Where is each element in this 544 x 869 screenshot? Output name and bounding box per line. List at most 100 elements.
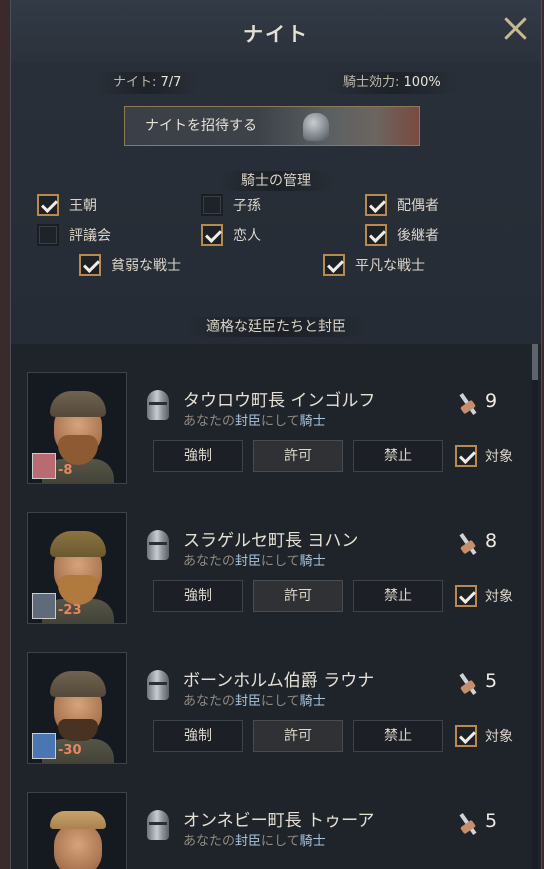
scrollbar-thumb[interactable] <box>532 344 538 380</box>
window-header: ナイト <box>11 0 541 62</box>
management-section-title: 騎士の管理 <box>11 170 541 191</box>
filter-council-label: 評議会 <box>69 228 111 244</box>
force-button[interactable]: 強制 <box>153 580 243 612</box>
knight-effectiveness: 騎士効力: 100% <box>325 72 459 94</box>
portrait-hat <box>50 531 106 557</box>
candidate-row: -8 タウロウ町長 インゴルフ あなたの封臣にして騎士 9 強制 許可 禁止 対… <box>27 372 527 484</box>
forbid-button[interactable]: 禁止 <box>353 580 443 612</box>
character-portrait[interactable]: -8 <box>27 372 127 484</box>
filter-heir-label: 後継者 <box>397 228 439 244</box>
checkbox-weak-warrior[interactable] <box>79 254 101 276</box>
prowess: 9 <box>457 390 517 420</box>
forbid-button[interactable]: 禁止 <box>353 440 443 472</box>
target-label: 対象 <box>485 729 513 745</box>
allow-button[interactable]: 許可 <box>253 580 343 612</box>
allow-button[interactable]: 許可 <box>253 720 343 752</box>
opinion-value: -8 <box>58 463 73 478</box>
prowess: 5 <box>457 810 517 840</box>
relation-prefix: あなたの <box>183 834 236 849</box>
relation-prefix: あなたの <box>183 694 236 709</box>
filter-spouse-label: 配偶者 <box>397 198 439 214</box>
checkbox-spouse[interactable] <box>365 194 387 216</box>
character-relation: あなたの封臣にして騎士 <box>183 550 326 569</box>
target-toggle[interactable]: 対象 <box>455 724 513 748</box>
close-icon[interactable] <box>501 14 529 42</box>
list-scrollbar[interactable] <box>532 344 538 869</box>
filter-average-warrior-label: 平凡な戦士 <box>355 258 425 274</box>
character-portrait[interactable]: -23 <box>27 512 127 624</box>
relation-vassal-link[interactable]: 封臣 <box>235 694 261 709</box>
relation-mid: にして <box>261 414 300 429</box>
relation-vassal-link[interactable]: 封臣 <box>235 554 261 569</box>
character-name[interactable]: ボーンホルム伯爵 ラウナ <box>183 666 374 691</box>
checkbox-target[interactable] <box>455 585 477 607</box>
relation-knight-link[interactable]: 騎士 <box>300 554 326 569</box>
opinion-value: -23 <box>58 603 82 618</box>
window-title: ナイト <box>243 22 309 46</box>
target-label: 対象 <box>485 589 513 605</box>
relation-knight-link[interactable]: 騎士 <box>300 694 326 709</box>
portrait-face <box>54 823 102 869</box>
character-name[interactable]: スラゲルセ町長 ヨハン <box>183 526 358 551</box>
portrait-hat <box>50 671 106 697</box>
management-title-text: 騎士の管理 <box>217 171 335 191</box>
relation-vassal-link[interactable]: 封臣 <box>235 834 261 849</box>
candidate-row: -23 スラゲルセ町長 ヨハン あなたの封臣にして騎士 8 強制 許可 禁止 対… <box>27 512 527 624</box>
list-section-title: 適格な廷臣たちと封臣 <box>11 316 541 337</box>
coat-of-arms-icon[interactable] <box>32 593 56 619</box>
prowess-sword-icon <box>457 812 479 836</box>
filter-spouse[interactable]: 配偶者 <box>365 193 439 217</box>
prowess: 8 <box>457 530 517 560</box>
coat-of-arms-icon[interactable] <box>32 733 56 759</box>
filter-lover[interactable]: 恋人 <box>201 223 261 247</box>
checkbox-target[interactable] <box>455 725 477 747</box>
filter-weak-warrior[interactable]: 貧弱な戦士 <box>79 253 181 277</box>
checkbox-average-warrior[interactable] <box>323 254 345 276</box>
checkbox-target[interactable] <box>455 445 477 467</box>
list-title-text: 適格な廷臣たちと封臣 <box>182 317 370 337</box>
knights-count-label: ナイト: <box>113 75 157 90</box>
relation-knight-link[interactable]: 騎士 <box>300 834 326 849</box>
filter-heir[interactable]: 後継者 <box>365 223 439 247</box>
checkbox-dynasty[interactable] <box>37 194 59 216</box>
relation-mid: にして <box>261 694 300 709</box>
filter-dynasty[interactable]: 王朝 <box>37 193 97 217</box>
character-relation: あなたの封臣にして騎士 <box>183 690 326 709</box>
filter-lover-label: 恋人 <box>233 228 261 244</box>
character-name[interactable]: オンネビー町長 トゥーア <box>183 806 374 831</box>
force-button[interactable]: 強制 <box>153 720 243 752</box>
relation-mid: にして <box>261 554 300 569</box>
checkbox-council[interactable] <box>37 224 59 246</box>
invite-knights-button[interactable]: ナイトを招待する <box>124 106 420 146</box>
character-portrait[interactable] <box>27 792 127 869</box>
invite-knights-label: ナイトを招待する <box>145 118 257 134</box>
knight-effectiveness-value: 100% <box>403 75 441 90</box>
filter-council[interactable]: 評議会 <box>37 223 111 247</box>
checkbox-heir[interactable] <box>365 224 387 246</box>
target-toggle[interactable]: 対象 <box>455 584 513 608</box>
filter-descendants[interactable]: 子孫 <box>201 193 261 217</box>
character-portrait[interactable]: -30 <box>27 652 127 764</box>
prowess-sword-icon <box>457 672 479 696</box>
relation-vassal-link[interactable]: 封臣 <box>235 414 261 429</box>
candidate-list[interactable]: -8 タウロウ町長 インゴルフ あなたの封臣にして騎士 9 強制 許可 禁止 対… <box>11 344 541 869</box>
target-toggle[interactable]: 対象 <box>455 444 513 468</box>
candidate-row: オンネビー町長 トゥーア あなたの封臣にして騎士 5 <box>27 792 527 869</box>
portrait-hair <box>50 811 106 829</box>
relation-prefix: あなたの <box>183 414 236 429</box>
allow-button[interactable]: 許可 <box>253 440 343 472</box>
prowess-value: 9 <box>485 390 498 412</box>
knight-helmet-icon <box>147 390 169 420</box>
coat-of-arms-icon[interactable] <box>32 453 56 479</box>
portrait-beard <box>58 719 98 741</box>
relation-knight-link[interactable]: 騎士 <box>300 414 326 429</box>
checkbox-lover[interactable] <box>201 224 223 246</box>
checkbox-descendants[interactable] <box>201 194 223 216</box>
character-relation: あなたの封臣にして騎士 <box>183 410 326 429</box>
filter-average-warrior[interactable]: 平凡な戦士 <box>323 253 425 277</box>
target-label: 対象 <box>485 449 513 465</box>
force-button[interactable]: 強制 <box>153 440 243 472</box>
knight-helmet-icon <box>303 113 329 141</box>
character-name[interactable]: タウロウ町長 インゴルフ <box>183 386 375 411</box>
forbid-button[interactable]: 禁止 <box>353 720 443 752</box>
